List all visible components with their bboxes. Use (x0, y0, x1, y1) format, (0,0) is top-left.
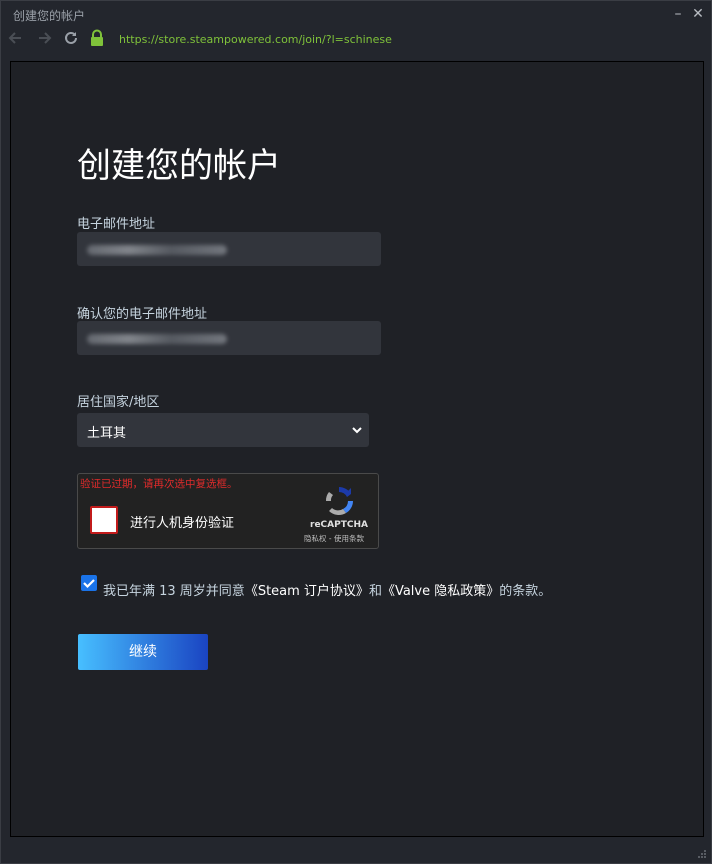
recaptcha-link-sep: - (326, 534, 334, 543)
minimize-button[interactable]: – (669, 5, 687, 23)
recaptcha-privacy-link[interactable]: 隐私权 (304, 534, 327, 543)
agreement-suffix: 的条款。 (499, 584, 552, 599)
resize-grip-icon[interactable] (697, 849, 707, 859)
title-bar: 创建您的帐户 – ✕ (1, 1, 711, 27)
recaptcha-terms-link[interactable]: 使用条款 (334, 534, 364, 543)
check-icon (83, 579, 95, 589)
recaptcha-widget: 验证已过期，请再次选中复选框。 进行人机身份验证 reCAPTCHA 隐私权 -… (77, 473, 379, 549)
browser-toolbar: https://store.steampowered.com/join/?l=s… (1, 27, 711, 53)
close-button[interactable]: ✕ (689, 5, 707, 23)
country-select[interactable]: 土耳其 (77, 413, 369, 447)
captcha-label: 进行人机身份验证 (130, 516, 235, 531)
recaptcha-icon (325, 487, 353, 515)
forward-arrow-icon[interactable] (35, 29, 55, 49)
back-arrow-icon[interactable] (5, 29, 25, 49)
ssa-link[interactable]: 《Steam 订户协议》 (245, 584, 369, 599)
privacy-policy-link[interactable]: 《Valve 隐私政策》 (382, 584, 499, 599)
redacted-email (87, 245, 227, 255)
page-content: 创建您的帐户 电子邮件地址 确认您的电子邮件地址 居住国家/地区 土耳其 验证已… (10, 61, 704, 837)
agreement-text: 我已年满 13 周岁并同意《Steam 订户协议》和《Valve 隐私政策》的条… (103, 580, 551, 599)
agree-checkbox[interactable] (81, 575, 97, 591)
captcha-checkbox[interactable] (90, 506, 118, 534)
confirm-email-label: 确认您的电子邮件地址 (77, 307, 208, 322)
country-label: 居住国家/地区 (77, 395, 160, 410)
agreement-prefix: 我已年满 13 周岁并同意 (103, 584, 245, 599)
continue-button[interactable]: 继续 (78, 634, 208, 670)
lock-icon (87, 29, 107, 49)
email-label: 电子邮件地址 (77, 217, 156, 232)
recaptcha-brand: reCAPTCHA (310, 520, 368, 530)
agreement-and: 和 (368, 584, 382, 599)
page-title: 创建您的帐户 (77, 146, 281, 186)
browser-window: 创建您的帐户 – ✕ https://store.steampowered.co… (0, 0, 712, 864)
captcha-error: 验证已过期，请再次选中复选框。 (80, 478, 238, 490)
country-value: 土耳其 (87, 426, 127, 441)
window-title: 创建您的帐户 (13, 9, 86, 23)
recaptcha-links: 隐私权 - 使用条款 (304, 533, 364, 544)
chevron-down-icon (352, 427, 362, 434)
reload-icon[interactable] (61, 29, 81, 49)
address-url[interactable]: https://store.steampowered.com/join/?l=s… (119, 33, 392, 46)
confirm-email-field[interactable] (77, 321, 381, 355)
redacted-email (87, 334, 227, 344)
email-field[interactable] (77, 232, 381, 266)
